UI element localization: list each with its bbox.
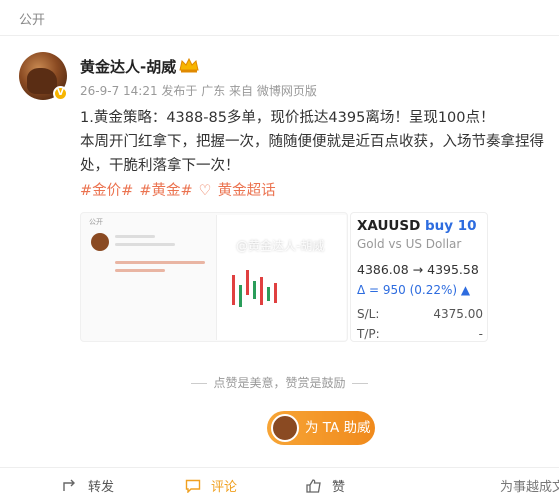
- post-line: 本周开门红拿下，把握一次，随随便便就是近百点收获，入场节奏拿捏得: [80, 134, 544, 150]
- sl-label: S/L:: [357, 307, 380, 321]
- post-line: 1.黄金策略：4388-85多单，现价抵达4395离场！呈现100点！: [80, 110, 495, 126]
- action-bar: 转发 评论 赞 为事越成文: [0, 467, 559, 495]
- post-tags: #金价# #黄金# ♡ 黄金超话: [80, 179, 282, 200]
- repost-button[interactable]: 转发: [62, 476, 114, 495]
- comment-button[interactable]: 评论: [185, 476, 237, 495]
- sl-value: 4375.00: [433, 307, 483, 321]
- trade-delta: Δ = 950 (0.22%) ▲: [357, 283, 471, 297]
- trade-symbol-line: XAUUSD buy 10: [357, 218, 477, 234]
- top-bar: 公开: [0, 0, 559, 36]
- mini-text-line: [115, 243, 175, 246]
- trade-symbol: XAUUSD: [357, 218, 421, 234]
- image-watermark: @黄金达人-胡威: [236, 239, 325, 253]
- tip-avatar: [271, 414, 299, 442]
- trade-subtitle: Gold vs US Dollar: [357, 237, 462, 251]
- post-content: 1.黄金策略：4388-85多单，现价抵达4395离场！呈现100点！ 本周开门…: [80, 106, 555, 178]
- tp-label: T/P:: [357, 327, 380, 341]
- like-label: 赞: [332, 480, 346, 495]
- author-name[interactable]: 黄金达人-胡威: [80, 56, 176, 77]
- repost-icon: [63, 479, 75, 491]
- repost-label: 转发: [88, 480, 115, 495]
- visibility-label: 公开: [19, 13, 46, 28]
- mini-chart: [216, 215, 346, 340]
- trade-action: buy 10: [425, 218, 477, 234]
- verified-badge-icon: V: [53, 86, 68, 101]
- comment-label: 评论: [211, 480, 238, 495]
- comment-icon: [185, 479, 201, 493]
- tag-link[interactable]: #黄金#: [139, 183, 192, 199]
- thumbs-up-icon: [306, 479, 321, 493]
- mini-text-line: [115, 235, 155, 238]
- mini-avatar: [91, 233, 109, 251]
- mini-text-line: [115, 269, 165, 272]
- super-topic-icon: ♡: [198, 183, 212, 199]
- tip-button-label: 为 TA 助威: [305, 420, 371, 436]
- mini-public-label: 公开: [89, 218, 103, 226]
- overflow-text: 为事越成文: [499, 480, 559, 495]
- tag-link[interactable]: 黄金超话: [218, 183, 276, 199]
- post-image-screenshot[interactable]: 公开: [80, 212, 348, 342]
- post-meta: 26-9-7 14:21 发布于 广东 来自 微博网页版: [80, 84, 317, 98]
- mini-text-line: [115, 261, 205, 264]
- crown-icon: [179, 57, 199, 73]
- tip-button[interactable]: 为 TA 助威: [267, 411, 375, 445]
- trade-price: 4386.08 → 4395.58: [357, 262, 479, 277]
- tp-value: -: [478, 327, 483, 341]
- post-image-trade[interactable]: XAUUSD buy 10 Gold vs US Dollar 4386.08 …: [350, 212, 488, 342]
- post-line: 处，干脆利落拿下一次！: [80, 158, 240, 174]
- like-button[interactable]: 赞: [306, 476, 345, 495]
- tag-link[interactable]: #金价#: [80, 183, 133, 199]
- reward-note: 点赞是美意，赞赏是鼓励: [0, 374, 559, 391]
- reward-note-text: 点赞是美意，赞赏是鼓励: [213, 376, 346, 390]
